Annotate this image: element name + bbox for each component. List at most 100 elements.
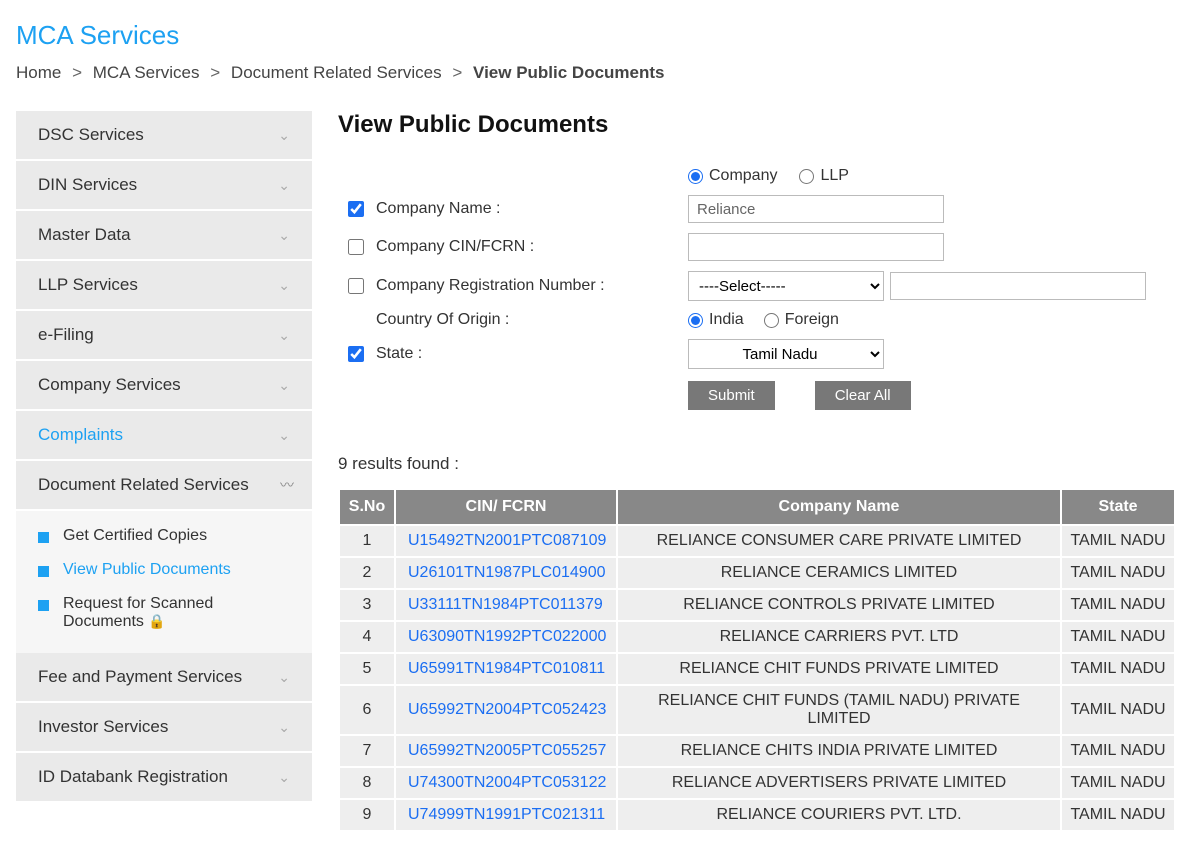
radio-llp[interactable]: LLP (799, 167, 848, 185)
cell-cin: U65991TN1984PTC010811 (396, 654, 616, 684)
cin-link[interactable]: U74300TN2004PTC053122 (408, 774, 606, 791)
check-cin[interactable] (348, 239, 364, 255)
cin-link[interactable]: U74999TN1991PTC021311 (408, 806, 605, 823)
radio-foreign[interactable]: Foreign (764, 311, 839, 329)
chevron-down-icon: ⌄ (278, 277, 290, 294)
cell-sn: 2 (340, 558, 394, 588)
state-select[interactable]: Tamil Nadu (688, 339, 884, 369)
cell-sn: 6 (340, 686, 394, 734)
cell-cin: U65992TN2004PTC052423 (396, 686, 616, 734)
sidebar-sub-viewpublic[interactable]: View Public Documents (16, 553, 312, 587)
check-company-name[interactable] (348, 201, 364, 217)
chevron-down-icon: ⌄ (278, 127, 290, 144)
cell-company-name: RELIANCE CHIT FUNDS PRIVATE LIMITED (618, 654, 1060, 684)
sidebar-label: DSC Services (38, 125, 144, 145)
cin-input[interactable] (688, 233, 944, 261)
breadcrumb-mca[interactable]: MCA Services (93, 63, 200, 82)
breadcrumb-home[interactable]: Home (16, 63, 61, 82)
cell-cin: U74999TN1991PTC021311 (396, 800, 616, 830)
cell-company-name: RELIANCE CHIT FUNDS (TAMIL NADU) PRIVATE… (618, 686, 1060, 734)
breadcrumb-drs[interactable]: Document Related Services (231, 63, 442, 82)
cell-cin: U65992TN2005PTC055257 (396, 736, 616, 766)
cin-link[interactable]: U65992TN2004PTC052423 (408, 701, 606, 718)
cin-link[interactable]: U63090TN1992PTC022000 (408, 628, 606, 645)
radio-foreign-input[interactable] (764, 313, 779, 328)
sidebar-item-llp[interactable]: LLP Services⌄ (16, 261, 312, 311)
cin-link[interactable]: U65991TN1984PTC010811 (408, 660, 605, 677)
table-row: 6 U65992TN2004PTC052423 RELIANCE CHIT FUND… (340, 686, 1174, 734)
check-state[interactable] (348, 346, 364, 362)
submit-button[interactable]: Submit (688, 381, 775, 410)
chevron-down-icon: ⌄ (278, 327, 290, 344)
sidebar-item-company[interactable]: Company Services⌄ (16, 361, 312, 411)
breadcrumb-sep: > (210, 63, 220, 82)
sidebar-label: ID Databank Registration (38, 767, 228, 787)
sidebar-item-master[interactable]: Master Data⌄ (16, 211, 312, 261)
sidebar-item-complaints[interactable]: Complaints⌄ (16, 411, 312, 461)
cell-company-name: RELIANCE CARRIERS PVT. LTD (618, 622, 1060, 652)
row-country: Country Of Origin : India Foreign (348, 311, 1146, 329)
cell-state: TAMIL NADU (1062, 622, 1174, 652)
cell-sn: 7 (340, 736, 394, 766)
radio-company[interactable]: Company (688, 167, 777, 185)
sidebar-sub-getcopies[interactable]: Get Certified Copies (16, 519, 312, 553)
company-name-input[interactable] (688, 195, 944, 223)
clearall-button[interactable]: Clear All (815, 381, 911, 410)
label-cin: Company CIN/FCRN : (348, 238, 688, 256)
cin-link[interactable]: U33111TN1984PTC011379 (408, 596, 603, 613)
chevron-down-icon: ⌄ (278, 769, 290, 786)
sidebar-item-fee[interactable]: Fee and Payment Services⌄ (16, 653, 312, 703)
sidebar-item-din[interactable]: DIN Services⌄ (16, 161, 312, 211)
row-state: State : Tamil Nadu (348, 339, 1146, 369)
cin-link[interactable]: U15492TN2001PTC087109 (408, 532, 606, 549)
radio-india[interactable]: India (688, 311, 744, 329)
sidebar-sub-label: Get Certified Copies (63, 527, 207, 545)
check-regno[interactable] (348, 278, 364, 294)
wave-icon: 〰 (280, 475, 290, 495)
sidebar-label: Fee and Payment Services (38, 667, 242, 687)
cell-state: TAMIL NADU (1062, 736, 1174, 766)
cin-link[interactable]: U26101TN1987PLC014900 (408, 564, 605, 581)
radio-india-input[interactable] (688, 313, 703, 328)
label-state: State : (348, 345, 688, 363)
page-title[interactable]: MCA Services (16, 20, 1174, 51)
cin-link[interactable]: U65992TN2005PTC055257 (408, 742, 606, 759)
sidebar-item-dsc[interactable]: DSC Services ⌄ (16, 111, 312, 161)
radio-label: India (709, 311, 744, 329)
label-text: Company Registration Number : (376, 277, 605, 295)
button-row: Submit Clear All (688, 381, 1146, 410)
results-count: 9 results found : (338, 454, 1176, 474)
sidebar-item-investor[interactable]: Investor Services⌄ (16, 703, 312, 753)
type-radio-group: Company LLP (688, 167, 1146, 185)
sidebar-item-databank[interactable]: ID Databank Registration ⌄ (16, 753, 312, 803)
bullet-icon (38, 566, 49, 577)
radio-llp-input[interactable] (799, 169, 814, 184)
table-row: 4U63090TN1992PTC022000RELIANCE CARRIERS … (340, 622, 1174, 652)
sidebar-label: Document Related Services (38, 475, 249, 495)
radio-company-input[interactable] (688, 169, 703, 184)
regno-input[interactable] (890, 272, 1146, 300)
cell-company-name: RELIANCE COURIERS PVT. LTD. (618, 800, 1060, 830)
sidebar-item-efiling[interactable]: e-Filing⌄ (16, 311, 312, 361)
breadcrumb-current: View Public Documents (473, 63, 664, 82)
row-cin: Company CIN/FCRN : (348, 233, 1146, 261)
main-content: View Public Documents Company LLP Compan… (338, 111, 1176, 832)
sidebar: DSC Services ⌄ DIN Services⌄ Master Data⌄… (16, 111, 312, 832)
sidebar-sub-scanned[interactable]: Request for Scanned Documents 🔒 (16, 587, 312, 639)
cell-company-name: RELIANCE CHITS INDIA PRIVATE LIMITED (618, 736, 1060, 766)
sidebar-label: Investor Services (38, 717, 168, 737)
row-company-name: Company Name : (348, 195, 1146, 223)
table-row: 8U74300TN2004PTC053122RELIANCE ADVERTISE… (340, 768, 1174, 798)
table-row: 9U74999TN1991PTC021311RELIANCE COURIERS … (340, 800, 1174, 830)
cell-company-name: RELIANCE CONSUMER CARE PRIVATE LIMITED (618, 526, 1060, 556)
sidebar-item-docrelated[interactable]: Document Related Services 〰 (16, 461, 312, 511)
country-radio-group: India Foreign (688, 311, 839, 329)
sidebar-label: Company Services (38, 375, 181, 395)
regno-select[interactable]: ----Select----- (688, 271, 884, 301)
label-company-name: Company Name : (348, 200, 688, 218)
cell-sn: 1 (340, 526, 394, 556)
bullet-icon (38, 600, 49, 611)
cell-cin: U63090TN1992PTC022000 (396, 622, 616, 652)
table-row: 5U65991TN1984PTC010811RELIANCE CHIT FUND… (340, 654, 1174, 684)
table-header-row: S.No CIN/ FCRN Company Name State (340, 490, 1174, 524)
